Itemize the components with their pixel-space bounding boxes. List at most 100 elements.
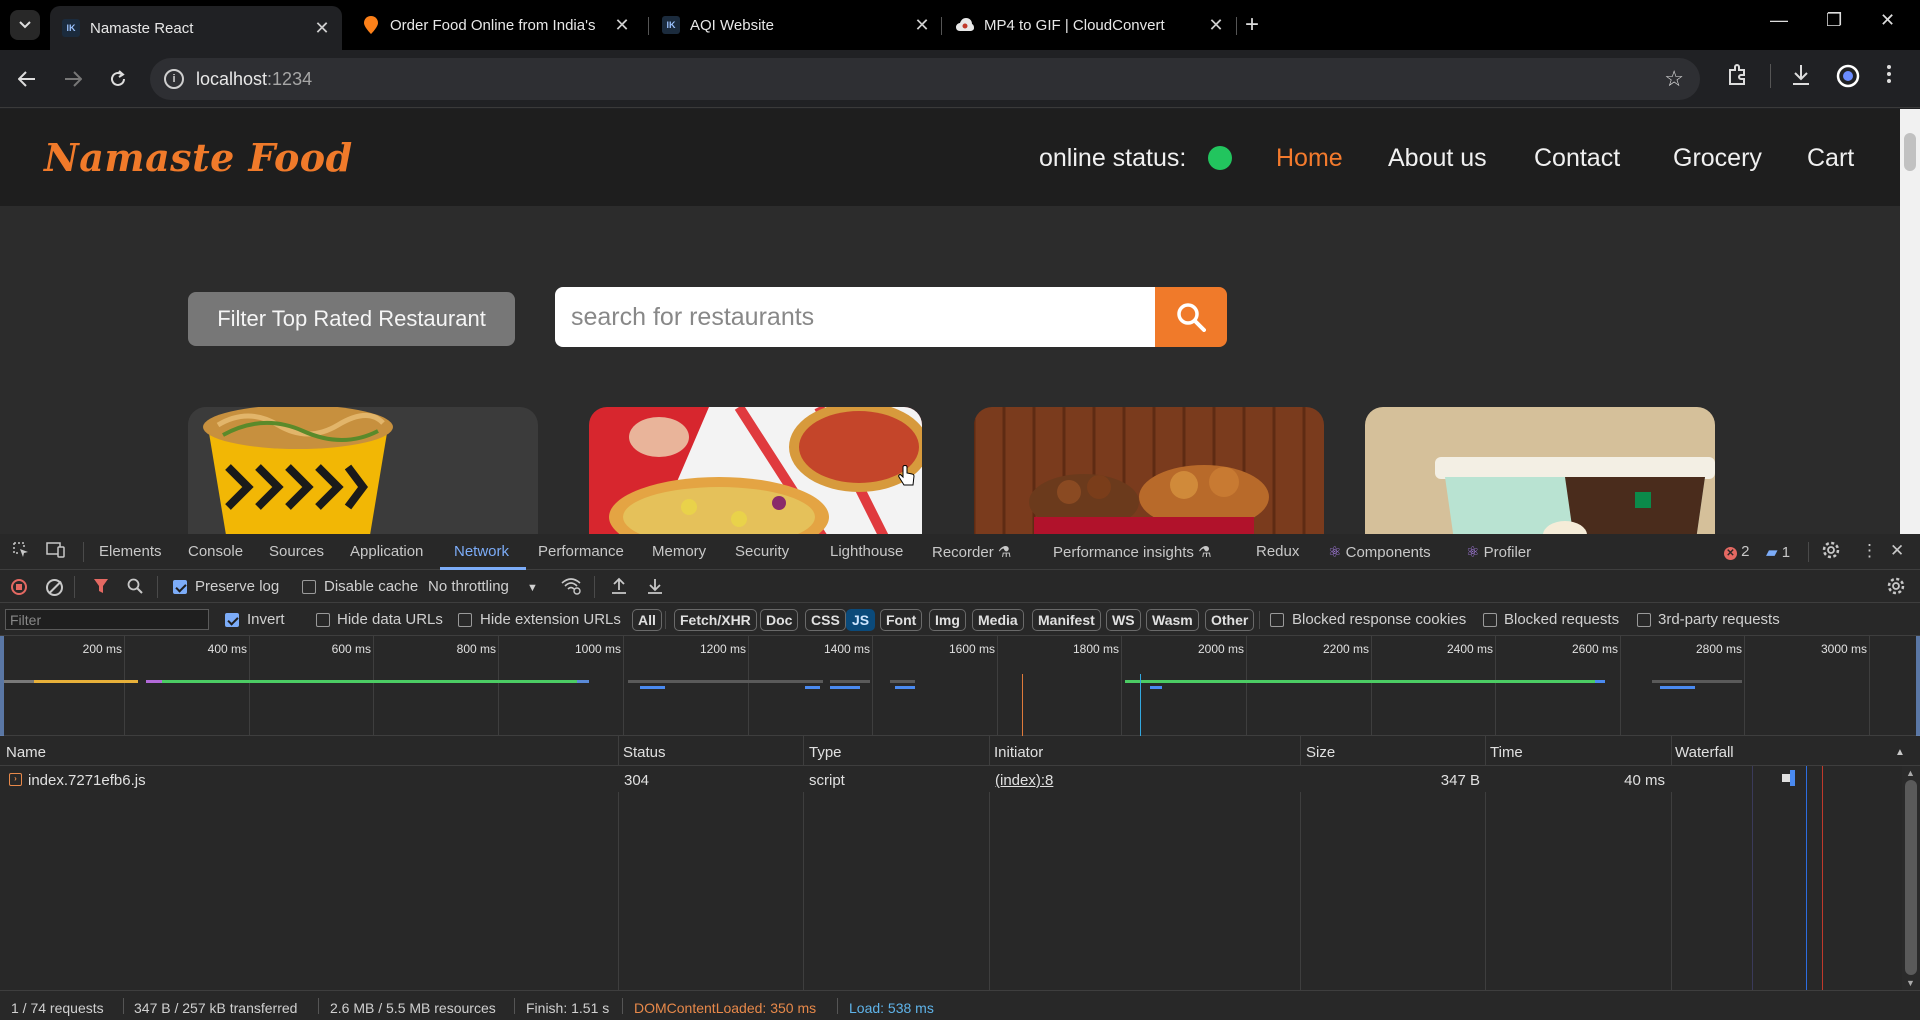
type-filter-ws[interactable]: WS bbox=[1106, 609, 1141, 631]
network-filter-input[interactable] bbox=[5, 609, 209, 630]
type-filter-other[interactable]: Other bbox=[1205, 609, 1255, 631]
table-row[interactable]: › index.7271efb6.js 304 script (index):8… bbox=[0, 766, 1900, 792]
record-stop-button[interactable] bbox=[11, 579, 27, 595]
preserve-log-checkbox[interactable] bbox=[173, 580, 187, 594]
restaurant-card-pizza[interactable] bbox=[589, 407, 922, 534]
disable-cache-checkbox[interactable] bbox=[302, 580, 316, 594]
devtools-menu-icon[interactable]: ⋮ bbox=[1861, 541, 1878, 561]
tab-console[interactable]: Console bbox=[188, 543, 243, 560]
browser-tab-3[interactable]: MP4 to GIF | CloudConvert ✕ bbox=[944, 6, 1236, 44]
scrollbar-thumb[interactable] bbox=[1905, 780, 1917, 975]
nav-contact[interactable]: Contact bbox=[1534, 144, 1620, 173]
browser-tab-0[interactable]: lK Namaste React ✕ bbox=[50, 6, 342, 50]
type-filter-doc[interactable]: Doc bbox=[760, 609, 799, 631]
minimize-icon[interactable]: — bbox=[1770, 10, 1788, 31]
tab-application[interactable]: Application bbox=[350, 543, 423, 560]
network-overview-timeline[interactable]: 200 ms 400 ms 600 ms 800 ms 1000 ms 1200… bbox=[0, 636, 1920, 736]
tab-network[interactable]: Network bbox=[454, 543, 509, 560]
close-tab-icon[interactable]: ✕ bbox=[910, 15, 934, 36]
column-type[interactable]: Type bbox=[809, 744, 842, 761]
tab-elements[interactable]: Elements bbox=[99, 543, 162, 560]
browser-tab-2[interactable]: lK AQI Website ✕ bbox=[650, 6, 942, 44]
page-scrollbar[interactable] bbox=[1900, 109, 1920, 534]
bookmark-star-icon[interactable]: ☆ bbox=[1664, 66, 1684, 92]
tab-performance-insights[interactable]: Performance insights ⚗ bbox=[1053, 543, 1212, 561]
type-filter-img[interactable]: Img bbox=[929, 609, 966, 631]
browser-tab-1[interactable]: Order Food Online from India's ✕ bbox=[350, 6, 642, 44]
scroll-up-arrow-icon[interactable]: ▲ bbox=[1906, 768, 1915, 778]
network-conditions-icon[interactable] bbox=[560, 577, 582, 600]
tab-performance[interactable]: Performance bbox=[538, 543, 624, 560]
nav-cart[interactable]: Cart bbox=[1807, 144, 1854, 173]
network-settings-icon[interactable] bbox=[1887, 577, 1905, 600]
filter-funnel-icon[interactable] bbox=[93, 578, 109, 599]
restore-icon[interactable]: ❐ bbox=[1826, 10, 1842, 31]
reload-button[interactable] bbox=[103, 64, 133, 94]
type-filter-media[interactable]: Media bbox=[972, 609, 1024, 631]
requests-scrollbar[interactable]: ▲ ▼ bbox=[1902, 766, 1920, 990]
type-filter-font[interactable]: Font bbox=[880, 609, 923, 631]
export-har-icon[interactable] bbox=[647, 577, 663, 600]
throttling-select[interactable]: No throttling ▼ bbox=[428, 578, 538, 595]
sort-ascending-icon[interactable]: ▲ bbox=[1895, 747, 1905, 758]
type-filter-all[interactable]: All bbox=[632, 609, 662, 631]
column-name[interactable]: Name bbox=[6, 744, 46, 761]
profile-avatar[interactable] bbox=[1836, 64, 1860, 94]
scroll-down-arrow-icon[interactable]: ▼ bbox=[1906, 978, 1915, 988]
address-bar[interactable]: i localhost:1234 ☆ bbox=[150, 58, 1700, 100]
extensions-icon[interactable] bbox=[1726, 64, 1748, 92]
import-har-icon[interactable] bbox=[611, 577, 627, 600]
message-count-badge[interactable]: ▰ 1 bbox=[1766, 543, 1790, 561]
clear-button[interactable] bbox=[46, 579, 63, 596]
search-icon[interactable] bbox=[127, 578, 143, 599]
type-filter-css[interactable]: CSS bbox=[805, 609, 846, 631]
tab-profiler[interactable]: ⚛ Profiler bbox=[1466, 543, 1531, 561]
tab-components[interactable]: ⚛ Components bbox=[1328, 543, 1431, 561]
overview-range-handle-left[interactable] bbox=[0, 636, 4, 736]
restaurant-card-chicken[interactable] bbox=[974, 407, 1324, 534]
new-tab-button[interactable]: + bbox=[1245, 11, 1259, 39]
column-size[interactable]: Size bbox=[1306, 744, 1335, 761]
nav-about[interactable]: About us bbox=[1388, 144, 1487, 173]
download-icon[interactable] bbox=[1791, 64, 1811, 92]
close-devtools-icon[interactable]: ✕ bbox=[1890, 541, 1904, 561]
close-tab-icon[interactable]: ✕ bbox=[310, 18, 334, 39]
tab-search-button[interactable] bbox=[10, 10, 40, 40]
hide-extension-urls-checkbox[interactable] bbox=[458, 613, 472, 627]
search-button[interactable] bbox=[1155, 287, 1227, 347]
filter-top-rated-button[interactable]: Filter Top Rated Restaurant bbox=[188, 292, 515, 346]
kebab-menu-icon[interactable] bbox=[1886, 64, 1892, 90]
tab-memory[interactable]: Memory bbox=[652, 543, 706, 560]
third-party-requests-checkbox[interactable] bbox=[1637, 613, 1651, 627]
nav-grocery[interactable]: Grocery bbox=[1673, 144, 1762, 173]
error-count-badge[interactable]: ✕ 2 bbox=[1724, 543, 1750, 560]
back-button[interactable] bbox=[12, 64, 42, 94]
nav-home[interactable]: Home bbox=[1276, 144, 1343, 173]
tab-security[interactable]: Security bbox=[735, 543, 789, 560]
column-time[interactable]: Time bbox=[1490, 744, 1523, 761]
tab-lighthouse[interactable]: Lighthouse bbox=[830, 543, 903, 560]
invert-checkbox[interactable] bbox=[225, 613, 239, 627]
close-tab-icon[interactable]: ✕ bbox=[1204, 15, 1228, 36]
type-filter-wasm[interactable]: Wasm bbox=[1146, 609, 1199, 631]
type-filter-js[interactable]: JS bbox=[846, 609, 876, 631]
restaurant-search-input[interactable] bbox=[555, 287, 1155, 347]
overview-range-handle-right[interactable] bbox=[1916, 636, 1920, 736]
forward-button[interactable] bbox=[58, 64, 88, 94]
hide-data-urls-checkbox[interactable] bbox=[316, 613, 330, 627]
blocked-response-cookies-checkbox[interactable] bbox=[1270, 613, 1284, 627]
blocked-requests-checkbox[interactable] bbox=[1483, 613, 1497, 627]
settings-gear-icon[interactable] bbox=[1822, 541, 1840, 564]
column-status[interactable]: Status bbox=[623, 744, 666, 761]
inspect-element-icon[interactable] bbox=[12, 541, 30, 564]
restaurant-card-icecream[interactable] bbox=[1365, 407, 1715, 534]
close-window-icon[interactable]: ✕ bbox=[1880, 10, 1895, 31]
request-initiator-link[interactable]: (index):8 bbox=[995, 772, 1053, 789]
column-waterfall[interactable]: Waterfall bbox=[1675, 744, 1734, 761]
site-logo[interactable]: Namaste Food bbox=[44, 135, 353, 180]
type-filter-manifest[interactable]: Manifest bbox=[1032, 609, 1101, 631]
column-initiator[interactable]: Initiator bbox=[994, 744, 1043, 761]
tab-recorder[interactable]: Recorder ⚗ bbox=[932, 543, 1011, 561]
device-toolbar-icon[interactable] bbox=[46, 541, 66, 564]
tab-sources[interactable]: Sources bbox=[269, 543, 324, 560]
